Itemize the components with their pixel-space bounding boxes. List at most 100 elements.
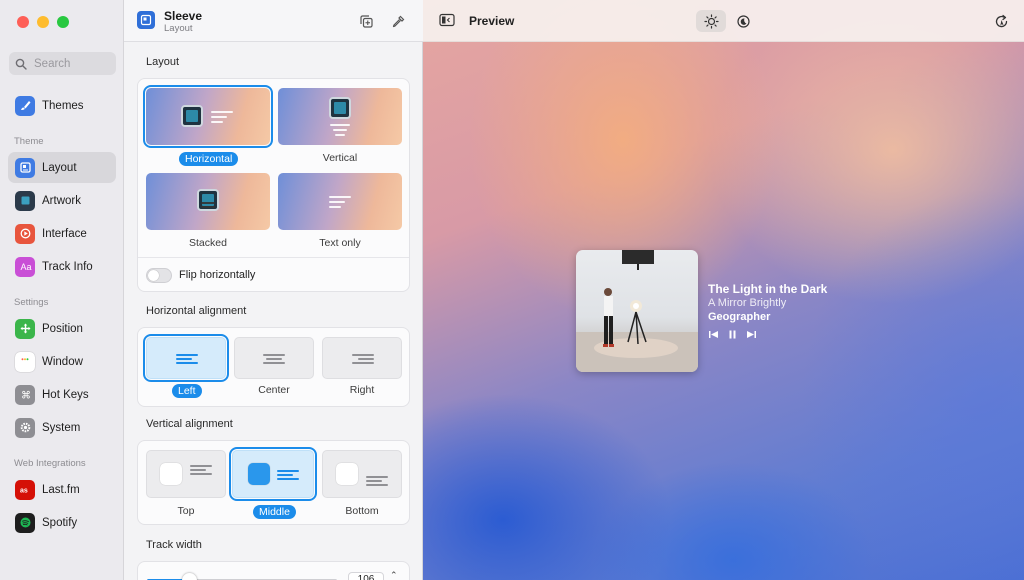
text-line bbox=[176, 358, 192, 360]
valign-option-label: Top bbox=[177, 505, 195, 517]
section-header-web-integrations: Web Integrations bbox=[14, 458, 86, 469]
text-line bbox=[335, 134, 345, 136]
sidebar-item-label: Position bbox=[42, 322, 83, 335]
close-window-button[interactable] bbox=[17, 16, 29, 28]
sidebar-item-themes[interactable]: Themes bbox=[8, 90, 116, 121]
previous-track-icon[interactable] bbox=[708, 329, 719, 340]
layout-option-horizontal[interactable] bbox=[143, 85, 273, 148]
eyedropper-icon bbox=[392, 15, 404, 27]
artwork-thumbnail bbox=[329, 97, 351, 119]
layout-card: Horizontal Vertical Stacked Text only Fl… bbox=[137, 78, 410, 292]
sidebar-item-artwork[interactable]: Artwork bbox=[8, 185, 116, 216]
sidebar-item-label: Spotify bbox=[42, 516, 78, 529]
artwork-square bbox=[160, 463, 182, 485]
track-title: The Light in the Dark bbox=[708, 282, 828, 296]
text-line bbox=[277, 474, 293, 476]
text-line bbox=[330, 124, 350, 126]
horizontal-alignment-card: Left Center Right bbox=[137, 327, 410, 407]
spotify-icon bbox=[15, 512, 35, 533]
dark-mode-button[interactable] bbox=[728, 10, 758, 32]
panel-header: Sleeve Layout bbox=[124, 0, 423, 42]
sidebar-item-layout[interactable]: Layout bbox=[8, 152, 116, 183]
refresh-button[interactable] bbox=[986, 10, 1016, 32]
sidebar-item-label: Window bbox=[42, 355, 83, 368]
preview-header: Preview bbox=[423, 0, 1024, 42]
sidebar-item-label: Interface bbox=[42, 227, 87, 240]
text-line bbox=[266, 358, 282, 360]
layout-option-label: Horizontal bbox=[179, 152, 239, 166]
text-line bbox=[366, 476, 388, 478]
sidebar-item-label: Track Info bbox=[42, 260, 93, 273]
sidebar-toggle-button[interactable] bbox=[439, 13, 455, 27]
duplicate-button[interactable] bbox=[357, 12, 375, 30]
layout-option-text-only[interactable] bbox=[278, 173, 402, 230]
text-line bbox=[176, 354, 198, 356]
horizontal-alignment-title: Horizontal alignment bbox=[146, 305, 247, 317]
sidebar-toggle-icon bbox=[439, 13, 455, 27]
pause-icon[interactable] bbox=[727, 329, 738, 340]
valign-option-label: Bottom bbox=[345, 505, 379, 517]
track-width-value[interactable]: 106 bbox=[348, 572, 384, 580]
search-placeholder: Search bbox=[34, 57, 71, 70]
minimize-window-button[interactable] bbox=[37, 16, 49, 28]
next-track-icon[interactable] bbox=[746, 329, 757, 340]
app-window: Search Themes Theme Layout Artwork Inter… bbox=[0, 0, 1024, 580]
flip-horizontally-toggle[interactable] bbox=[146, 268, 172, 283]
light-mode-button[interactable] bbox=[696, 10, 726, 32]
sidebar-item-hot-keys[interactable]: ⌘ Hot Keys bbox=[8, 379, 116, 410]
halign-option-label: Left bbox=[172, 384, 202, 398]
valign-option-middle[interactable] bbox=[229, 447, 317, 501]
divider bbox=[138, 257, 409, 258]
moon-icon bbox=[736, 14, 750, 28]
sidebar-item-label: Hot Keys bbox=[42, 388, 89, 401]
artwork-icon bbox=[15, 190, 35, 211]
app-icon bbox=[137, 11, 155, 29]
window-controls bbox=[17, 16, 69, 28]
playback-controls bbox=[708, 329, 757, 340]
valign-option-top[interactable] bbox=[146, 450, 226, 498]
halign-option-left[interactable] bbox=[143, 334, 229, 382]
sun-icon bbox=[703, 13, 719, 29]
text-line bbox=[366, 480, 382, 482]
artwork-thumbnail bbox=[181, 105, 203, 127]
sidebar-item-window[interactable]: Window bbox=[8, 346, 116, 377]
valign-option-bottom[interactable] bbox=[322, 450, 402, 498]
halign-option-center[interactable] bbox=[234, 337, 314, 379]
text-line bbox=[211, 111, 233, 113]
halign-option-right[interactable] bbox=[322, 337, 402, 379]
album-artwork bbox=[576, 250, 698, 372]
zoom-window-button[interactable] bbox=[57, 16, 69, 28]
stepper-up-icon[interactable]: ⌃ bbox=[390, 570, 398, 580]
track-artist: Geographer bbox=[708, 311, 771, 323]
text-line bbox=[190, 473, 212, 475]
halign-option-label: Center bbox=[258, 384, 290, 396]
section-header-theme: Theme bbox=[14, 136, 44, 147]
app-subtitle: Layout bbox=[164, 23, 193, 34]
sidebar-item-spotify[interactable]: Spotify bbox=[8, 507, 116, 538]
text-line bbox=[352, 354, 374, 356]
eyedropper-button[interactable] bbox=[389, 12, 407, 30]
artwork-square bbox=[248, 463, 270, 485]
layout-icon bbox=[15, 157, 35, 178]
search-input[interactable]: Search bbox=[9, 52, 116, 75]
track-width-title: Track width bbox=[146, 539, 202, 551]
app-name: Sleeve bbox=[164, 9, 203, 23]
lastfm-icon: as bbox=[15, 479, 35, 500]
duplicate-icon bbox=[359, 14, 373, 28]
text-format-icon: Aa bbox=[15, 256, 35, 277]
text-line bbox=[263, 354, 285, 356]
sidebar-item-interface[interactable]: Interface bbox=[8, 218, 116, 249]
gear-icon bbox=[15, 417, 35, 438]
move-arrows-icon bbox=[15, 318, 35, 339]
sidebar-item-track-info[interactable]: Aa Track Info bbox=[8, 251, 116, 282]
layout-option-stacked[interactable] bbox=[146, 173, 270, 230]
layout-option-vertical[interactable] bbox=[278, 88, 402, 145]
preview-pane: Preview The Light in the Dark A Mirror B… bbox=[423, 0, 1024, 580]
sidebar-item-label: System bbox=[42, 421, 81, 434]
sidebar-item-position[interactable]: Position bbox=[8, 313, 116, 344]
sidebar-item-lastfm[interactable]: as Last.fm bbox=[8, 474, 116, 505]
sidebar-item-system[interactable]: System bbox=[8, 412, 116, 443]
vertical-alignment-card: Top Middle Bottom bbox=[137, 440, 410, 525]
text-line bbox=[333, 129, 347, 131]
slider-thumb[interactable] bbox=[182, 573, 197, 580]
